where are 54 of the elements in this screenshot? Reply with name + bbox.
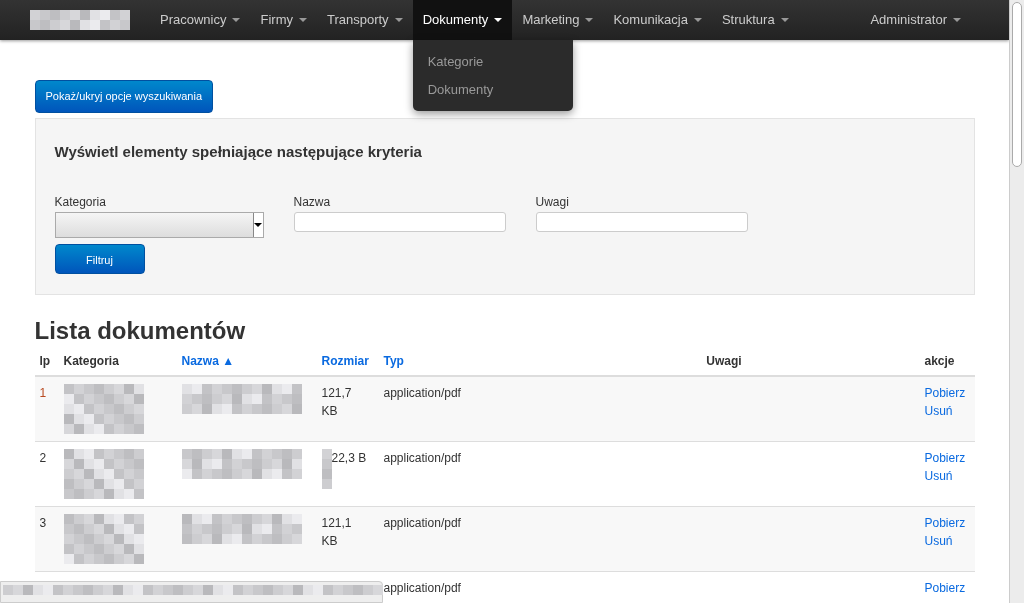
column-header: lp bbox=[39, 354, 51, 369]
delete-link[interactable]: Usuń bbox=[924, 402, 970, 421]
pixelated-block bbox=[321, 449, 332, 490]
dropdown-item[interactable]: Dokumenty bbox=[412, 75, 573, 103]
scrollbar[interactable] bbox=[1009, 0, 1024, 603]
field-label: Kategoria bbox=[54, 193, 107, 211]
panel-title: Wyświetl elementy spełniające następujące kryteria bbox=[54, 142, 423, 161]
toggle-search-button[interactable]: Pokaż/ukryj opcje wyszukiwania bbox=[34, 80, 213, 113]
row-number: 1 bbox=[39, 386, 47, 401]
user-menu[interactable]: Administrator bbox=[860, 0, 971, 40]
filter-button[interactable]: Filtruj bbox=[54, 243, 145, 274]
row-number: 2 bbox=[39, 451, 47, 466]
list-title: Lista dokumentów bbox=[34, 316, 247, 346]
caret-icon bbox=[254, 222, 262, 227]
caret-icon bbox=[953, 18, 961, 22]
nav-menu-item[interactable]: Transporty bbox=[316, 0, 413, 40]
field-label: Uwagi bbox=[535, 193, 570, 211]
column-header-link[interactable]: Typ bbox=[383, 354, 404, 369]
caret-icon bbox=[394, 18, 403, 22]
file-type: application/pdf bbox=[383, 581, 461, 596]
category-select[interactable] bbox=[54, 211, 264, 238]
download-link[interactable]: Pobierz bbox=[924, 514, 970, 533]
file-type: application/pdf bbox=[383, 451, 461, 466]
caret-icon bbox=[494, 18, 503, 22]
file-size: 22,3 B bbox=[331, 450, 368, 468]
download-link[interactable]: Pobierz bbox=[924, 449, 970, 468]
nav-menu-item[interactable]: Firmy bbox=[250, 0, 317, 40]
nav-menu-item[interactable]: Marketing bbox=[512, 0, 604, 40]
row-number: 3 bbox=[39, 516, 47, 531]
input-field[interactable] bbox=[293, 211, 506, 232]
delete-link[interactable]: Usuń bbox=[924, 467, 970, 486]
file-type: application/pdf bbox=[383, 386, 461, 401]
column-header-link[interactable]: Nazwa ▲ bbox=[181, 354, 235, 369]
download-link[interactable]: Pobierz bbox=[924, 579, 970, 598]
column-header-link[interactable]: Rozmiar bbox=[321, 354, 369, 369]
nav-menu-item[interactable]: Pracownicy bbox=[150, 0, 251, 40]
nav-menu-item[interactable]: Komunikacja bbox=[603, 0, 712, 40]
nav-menu-item[interactable]: Struktura bbox=[711, 0, 799, 40]
delete-link[interactable]: Usuń bbox=[924, 532, 970, 551]
column-header: Uwagi bbox=[706, 354, 742, 369]
column-header: Kategoria bbox=[63, 354, 119, 369]
file-type: application/pdf bbox=[383, 516, 461, 531]
dropdown-item[interactable]: Kategorie bbox=[412, 48, 573, 76]
caret-icon bbox=[585, 18, 594, 22]
column-header: akcje bbox=[924, 354, 955, 369]
caret-icon bbox=[298, 18, 307, 22]
caret-icon bbox=[232, 18, 241, 22]
input-field[interactable] bbox=[535, 211, 748, 232]
caret-icon bbox=[780, 18, 789, 22]
caret-icon bbox=[693, 18, 702, 22]
file-size: 121,7 KB bbox=[321, 385, 353, 421]
download-link[interactable]: Pobierz bbox=[924, 384, 970, 403]
file-size: 121,1 KB bbox=[321, 515, 353, 551]
field-label: Nazwa bbox=[293, 193, 332, 211]
